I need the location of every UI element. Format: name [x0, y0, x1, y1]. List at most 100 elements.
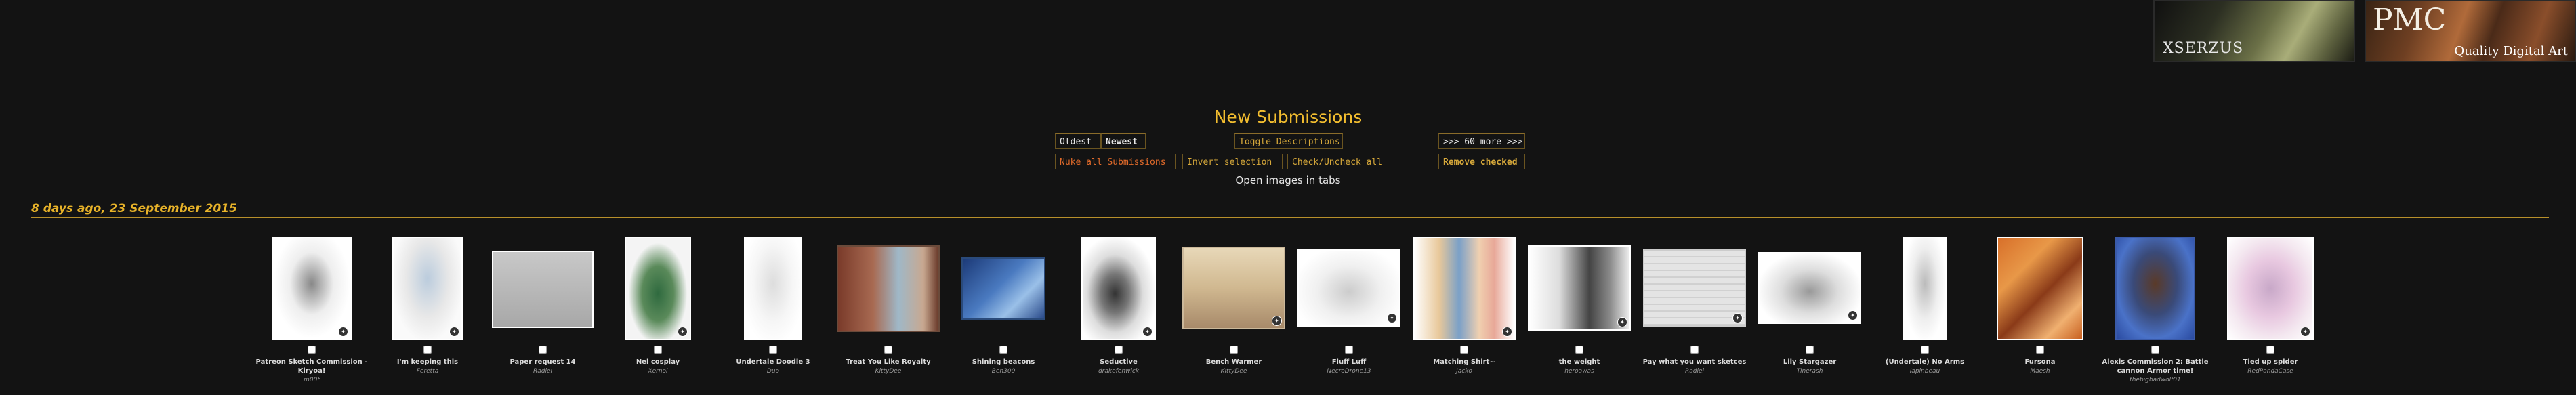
submission-checkbox[interactable] — [999, 346, 1007, 354]
sort-oldest-button[interactable]: Oldest — [1055, 133, 1101, 149]
submission-checkbox[interactable] — [2151, 346, 2159, 354]
submission-item: Shining beacons Ben300 — [946, 237, 1061, 375]
submission-item: ✦ Matching Shirt~ Jacko — [1407, 237, 1522, 375]
submission-item: ✦ Pay what you want sketces Radiel — [1637, 237, 1752, 375]
submission-title[interactable]: Undertale Doodle 3 — [715, 358, 831, 367]
submission-checkbox[interactable] — [1230, 346, 1238, 354]
date-divider — [31, 217, 2549, 218]
submission-title[interactable]: Fluff Luff — [1291, 358, 1407, 367]
paw-icon: ✦ — [1732, 313, 1743, 323]
submission-title[interactable]: Matching Shirt~ — [1407, 358, 1522, 367]
submission-item: Fursona Maesh — [1982, 237, 2098, 375]
submission-title[interactable]: Paper request 14 — [485, 358, 600, 367]
submission-artist[interactable]: Tinerash — [1752, 367, 1867, 375]
nuke-all-button[interactable]: Nuke all Submissions — [1055, 154, 1176, 169]
submission-checkbox[interactable] — [1690, 346, 1699, 354]
paw-icon: ✦ — [678, 327, 688, 337]
submission-checkbox[interactable] — [654, 346, 662, 354]
submission-artist[interactable]: KittyDee — [831, 367, 946, 375]
submission-checkbox[interactable] — [2036, 346, 2044, 354]
submission-checkbox[interactable] — [1460, 346, 1468, 354]
submission-artist[interactable]: lapinbeau — [1867, 367, 1982, 375]
submission-checkbox[interactable] — [2266, 346, 2274, 354]
submission-checkbox[interactable] — [1806, 346, 1814, 354]
submission-thumbnail[interactable]: ✦ — [1297, 249, 1400, 327]
submission-thumbnail[interactable] — [1903, 237, 1947, 340]
submission-artist[interactable]: KittyDee — [1176, 367, 1291, 375]
submission-artist[interactable]: Maesh — [1982, 367, 2098, 375]
submission-artist[interactable]: RedPandaCase — [2213, 367, 2328, 375]
submission-title[interactable]: the weight — [1522, 358, 1637, 367]
submission-thumbnail[interactable]: ✦ — [1643, 249, 1746, 327]
submission-artist[interactable]: NecroDrone13 — [1291, 367, 1407, 375]
banner-pmc[interactable]: PMC Quality Digital Art — [2365, 0, 2576, 62]
submission-thumbnail[interactable]: ✦ — [1528, 245, 1631, 331]
submission-thumbnail[interactable]: ✦ — [272, 237, 352, 340]
submission-item: ✦ the weight heroawas — [1522, 237, 1637, 375]
submission-checkbox[interactable] — [884, 346, 892, 354]
submission-title[interactable]: Pay what you want sketces — [1637, 358, 1752, 367]
submission-artist[interactable]: Xernol — [600, 367, 715, 375]
submission-title[interactable]: Fursona — [1982, 358, 2098, 367]
submissions-gallery: ✦ Patreon Sketch Commission - Kiryoa! m0… — [0, 237, 2576, 395]
submission-thumbnail[interactable]: ✦ — [1081, 237, 1156, 340]
submission-thumbnail[interactable]: ✦ — [2227, 237, 2314, 340]
submission-artist[interactable]: Duo — [715, 367, 831, 375]
submission-thumbnail[interactable]: ✦ — [1182, 247, 1285, 329]
submission-checkbox[interactable] — [423, 346, 432, 354]
submission-title[interactable]: I'm keeping this — [370, 358, 485, 367]
submission-title[interactable]: Seductive — [1061, 358, 1176, 367]
submission-title[interactable]: (Undertale) No Arms — [1867, 358, 1982, 367]
submission-artist[interactable]: heroawas — [1522, 367, 1637, 375]
submission-artist[interactable]: Radiel — [1637, 367, 1752, 375]
submission-thumbnail[interactable]: ✦ — [1413, 237, 1516, 340]
banner-xserzus[interactable]: XSERZUS — [2153, 0, 2355, 62]
invert-selection-button[interactable]: Invert selection — [1182, 154, 1283, 169]
submission-artist[interactable]: Radiel — [485, 367, 600, 375]
submission-artist[interactable]: drakefenwick — [1061, 367, 1176, 375]
submission-title[interactable]: Treat You Like Royalty — [831, 358, 946, 367]
open-images-in-tabs-link[interactable]: Open images in tabs — [0, 174, 2576, 186]
banner-pmc-logo: PMC — [2373, 3, 2447, 37]
submission-title[interactable]: Nel cosplay — [600, 358, 715, 367]
more-submissions-link[interactable]: >>> 60 more >>> — [1438, 133, 1525, 149]
submission-checkbox[interactable] — [1345, 346, 1353, 354]
submission-thumbnail[interactable]: ✦ — [625, 237, 691, 340]
submission-artist[interactable]: Ben300 — [946, 367, 1061, 375]
check-uncheck-all-button[interactable]: Check/Uncheck all — [1287, 154, 1390, 169]
submission-thumbnail[interactable] — [492, 251, 594, 328]
date-header: 8 days ago, 23 September 2015 — [31, 202, 237, 215]
submission-artist[interactable]: thebigbadwolf01 — [2098, 376, 2213, 384]
submission-thumbnail[interactable]: ✦ — [392, 237, 463, 340]
submission-item: ✦ Nel cosplay Xernol — [600, 237, 715, 375]
submission-title[interactable]: Patreon Sketch Commission - Kiryoa! — [254, 358, 369, 375]
submission-checkbox[interactable] — [1575, 346, 1583, 354]
submission-checkbox[interactable] — [1921, 346, 1929, 354]
submission-thumbnail[interactable] — [837, 245, 940, 332]
submission-thumbnail[interactable] — [1997, 237, 2083, 340]
submission-checkbox[interactable] — [769, 346, 777, 354]
submission-title[interactable]: Tied up spider — [2213, 358, 2328, 367]
submission-title[interactable]: Shining beacons — [946, 358, 1061, 367]
submission-thumbnail[interactable]: ✦ — [1758, 252, 1861, 324]
submission-checkbox[interactable] — [308, 346, 316, 354]
banner-pmc-caption: Quality Digital Art — [2454, 44, 2568, 58]
submission-checkbox[interactable] — [539, 346, 547, 354]
submission-item: ✦ Seductive drakefenwick — [1061, 237, 1176, 375]
submission-title[interactable]: Bench Warmer — [1176, 358, 1291, 367]
submission-artist[interactable]: Jacko — [1407, 367, 1522, 375]
submission-item: ✦ Lily Stargazer Tinerash — [1752, 237, 1867, 375]
paw-icon: ✦ — [1617, 317, 1627, 327]
submission-title[interactable]: Alexis Commission 2: Battle cannon Armor… — [2098, 358, 2213, 375]
submission-item: ✦ Bench Warmer KittyDee — [1176, 237, 1291, 375]
submission-thumbnail[interactable] — [961, 257, 1045, 320]
sort-newest-button[interactable]: Newest — [1101, 133, 1146, 149]
submission-thumbnail[interactable] — [744, 237, 802, 340]
remove-checked-button[interactable]: Remove checked — [1438, 154, 1525, 169]
submission-artist[interactable]: Feretta — [370, 367, 485, 375]
submission-thumbnail[interactable] — [2115, 237, 2195, 340]
submission-title[interactable]: Lily Stargazer — [1752, 358, 1867, 367]
submission-artist[interactable]: m00t — [254, 376, 369, 384]
toggle-descriptions-button[interactable]: Toggle Descriptions — [1234, 133, 1343, 149]
submission-checkbox[interactable] — [1115, 346, 1123, 354]
